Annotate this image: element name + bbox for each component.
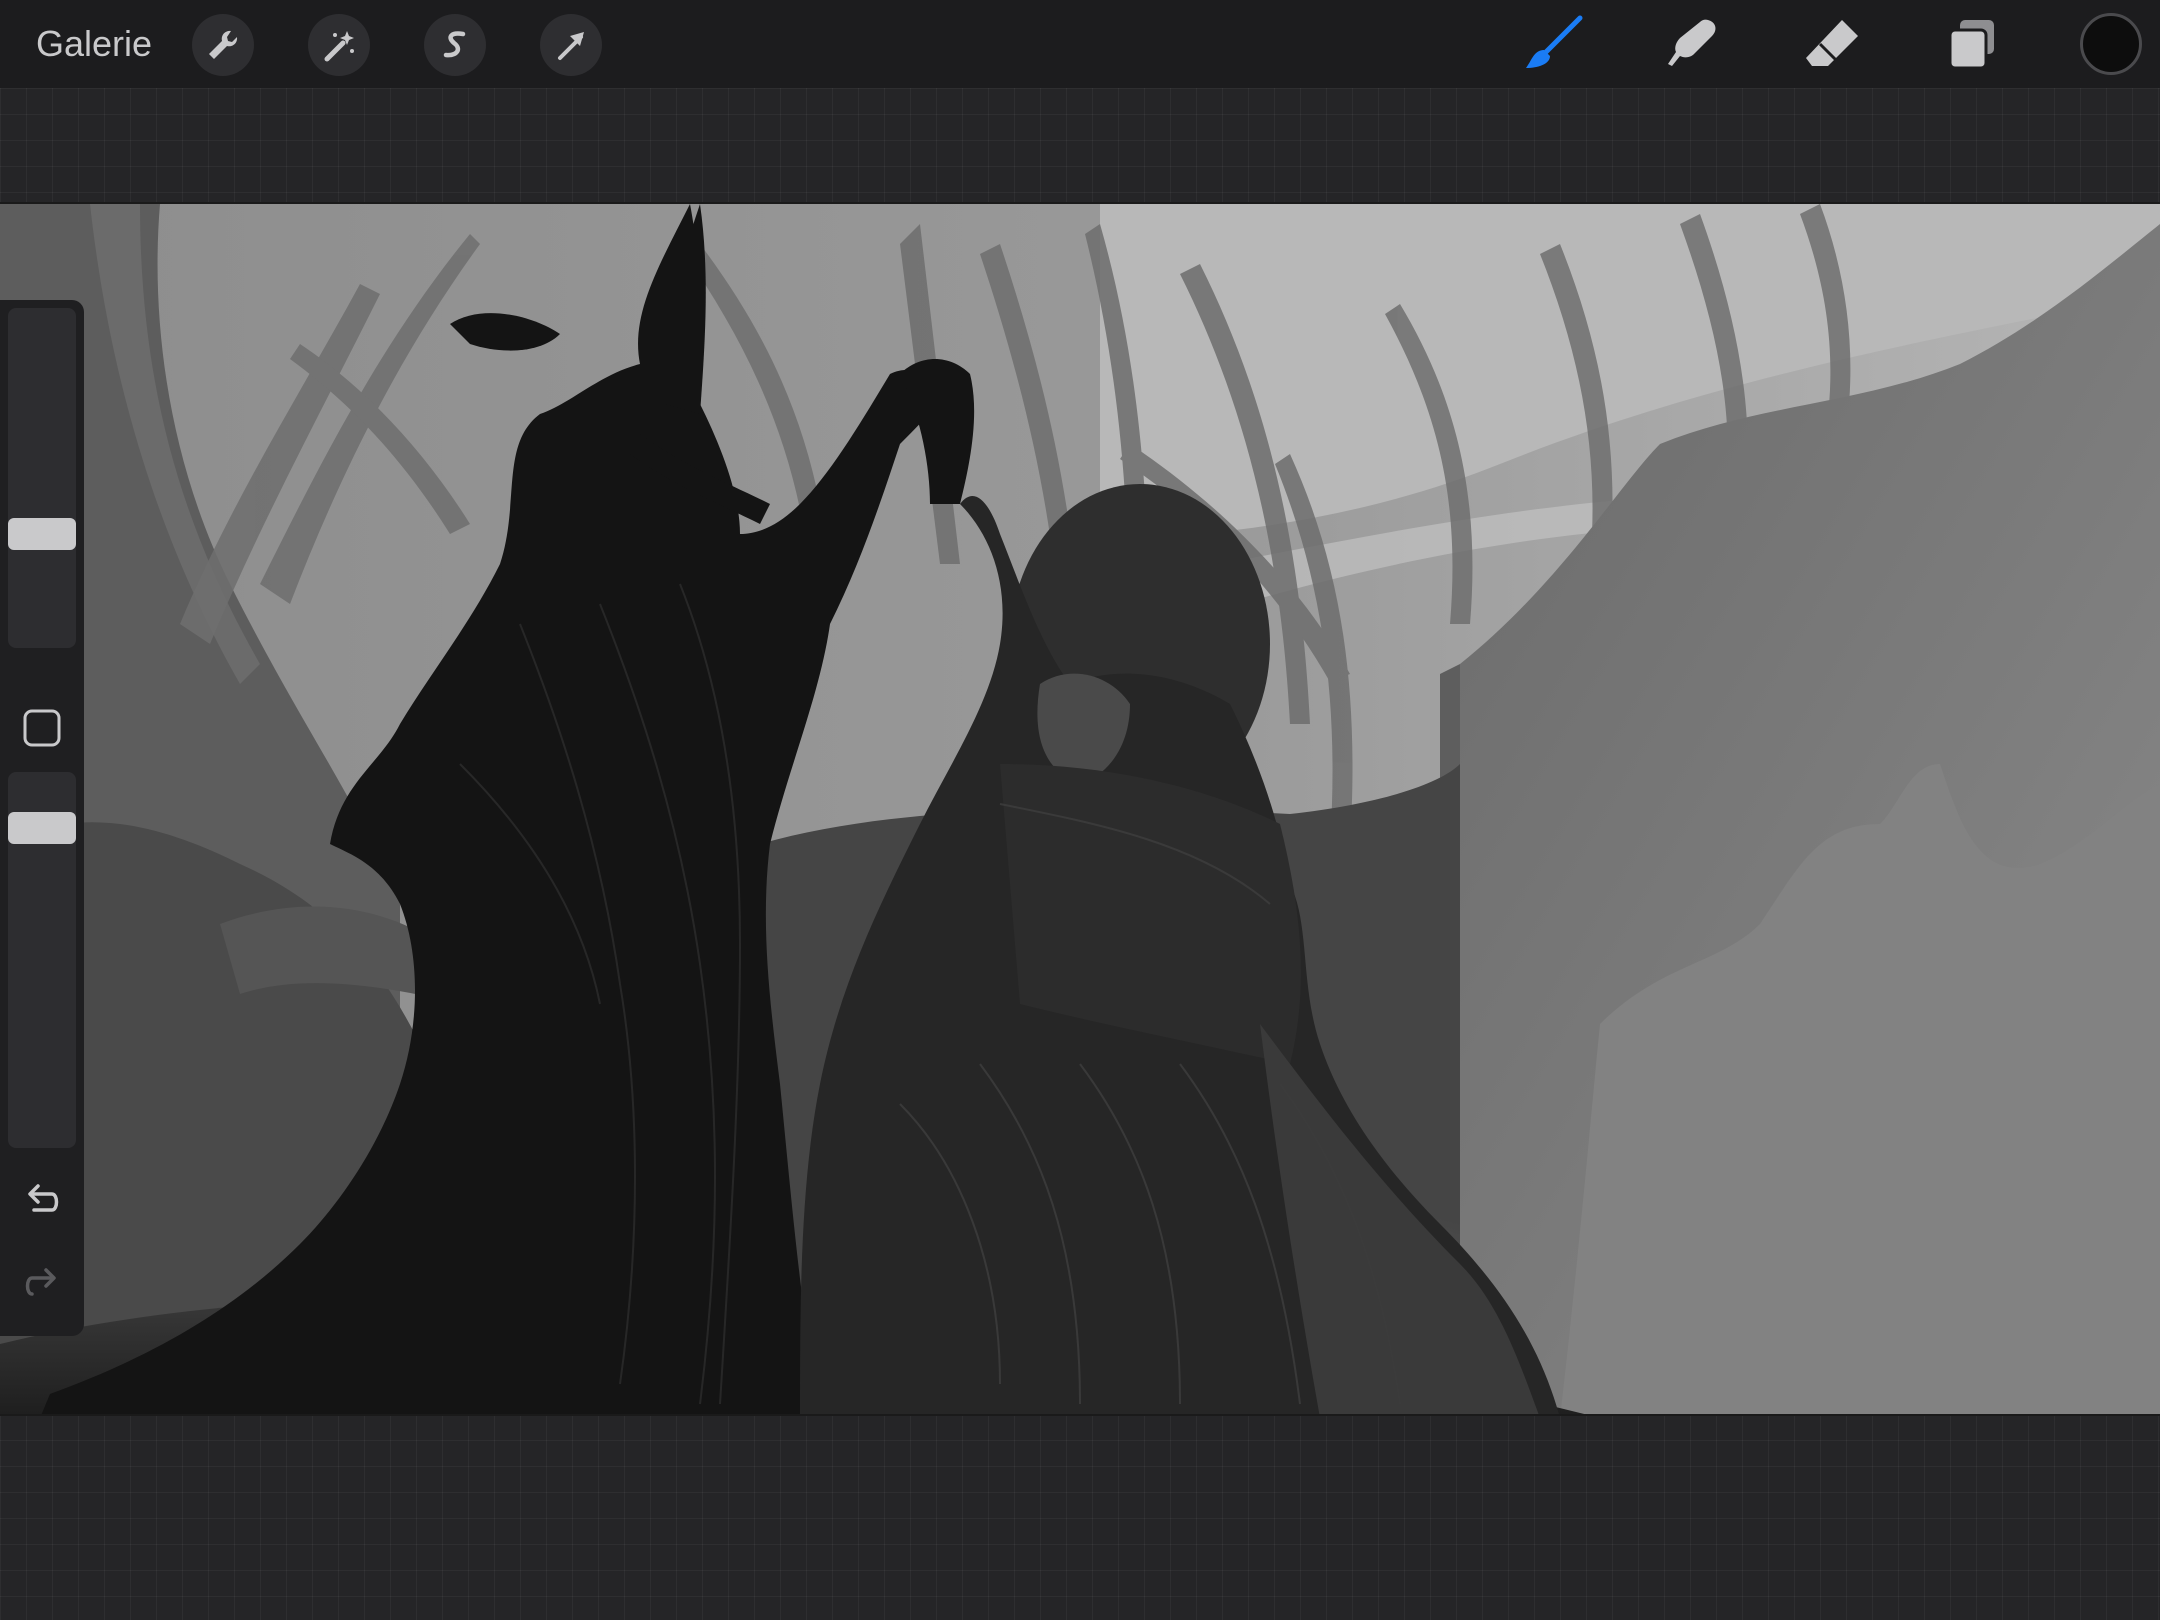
erase-tool-button[interactable] xyxy=(1798,12,1866,76)
actions-button[interactable] xyxy=(192,14,254,76)
wrench-icon xyxy=(209,30,238,59)
modify-button[interactable] xyxy=(22,708,62,748)
layers-icon xyxy=(1948,20,1994,70)
smudge-finger-icon xyxy=(1668,19,1716,66)
gallery-button[interactable]: Galerie xyxy=(36,22,152,66)
procreate-app: Galerie xyxy=(0,0,2160,1620)
brush-icon xyxy=(1526,15,1583,68)
drawing-canvas[interactable] xyxy=(0,202,2160,1416)
selection-button[interactable] xyxy=(424,14,486,76)
artwork-image xyxy=(0,204,2160,1414)
layers-button[interactable] xyxy=(1938,12,2006,76)
arrow-cursor-icon xyxy=(558,32,584,60)
left-sidebar xyxy=(0,300,84,1336)
adjustments-button[interactable] xyxy=(308,14,370,76)
selection-s-icon xyxy=(443,31,466,58)
top-toolbar: Galerie xyxy=(0,0,2160,88)
redo-icon xyxy=(25,1268,56,1296)
undo-button[interactable] xyxy=(20,1178,64,1222)
brush-size-slider[interactable] xyxy=(8,308,76,648)
square-modify-icon xyxy=(23,709,61,747)
smudge-tool-button[interactable] xyxy=(1658,12,1726,76)
redo-button[interactable] xyxy=(20,1262,64,1306)
brush-opacity-thumb[interactable] xyxy=(8,812,76,844)
paint-tool-button[interactable] xyxy=(1518,12,1586,76)
eraser-icon xyxy=(1806,20,1858,66)
transform-button[interactable] xyxy=(540,14,602,76)
undo-icon xyxy=(28,1184,59,1212)
brush-size-thumb[interactable] xyxy=(8,518,76,550)
magic-wand-icon xyxy=(324,31,354,62)
color-picker-button[interactable] xyxy=(2080,13,2142,75)
